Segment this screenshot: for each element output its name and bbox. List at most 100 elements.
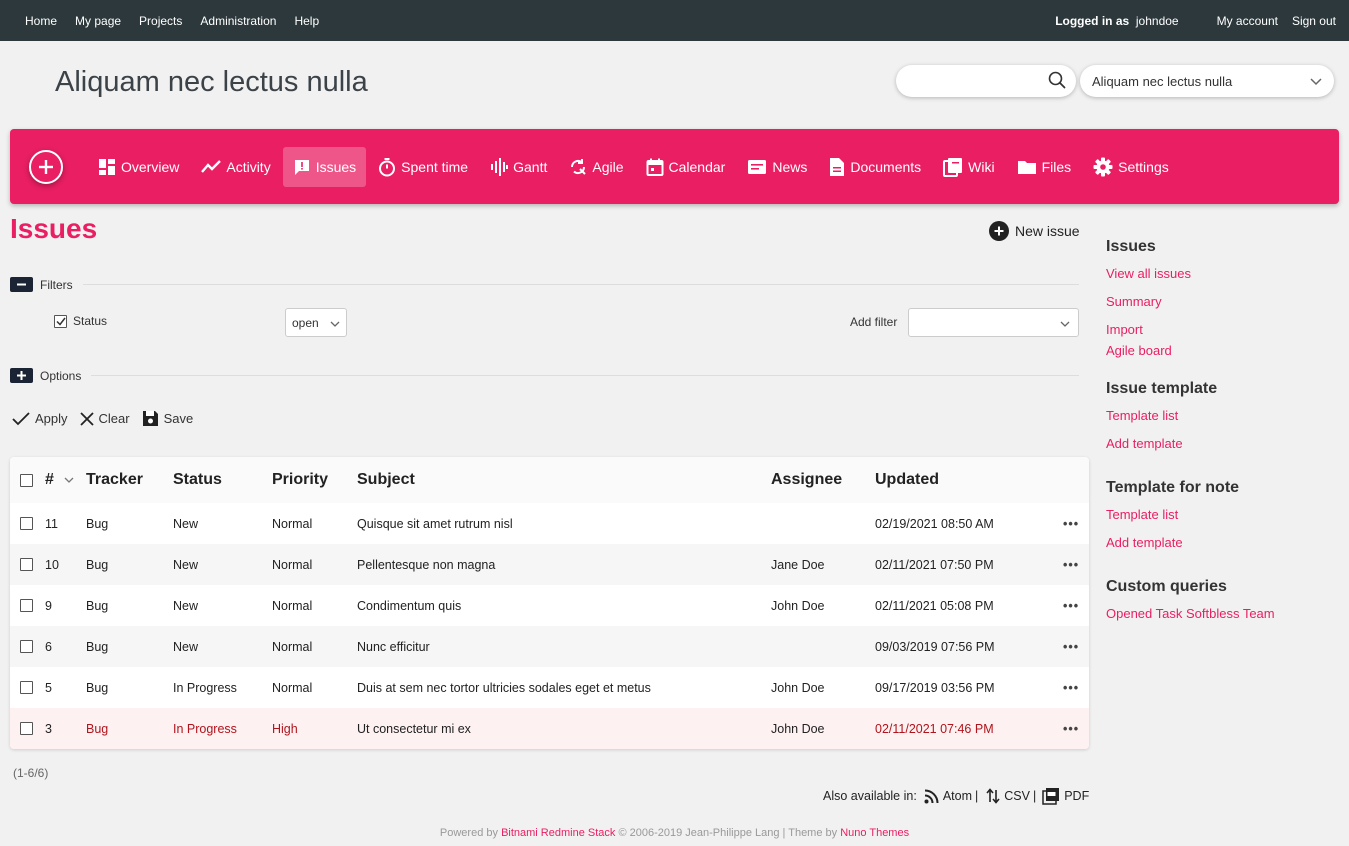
top-nav-administration[interactable]: Administration	[200, 14, 276, 28]
top-nav-home[interactable]: Home	[25, 14, 57, 28]
issue-subject[interactable]: Quisque sit amet rutrum nisl	[357, 503, 513, 544]
my-account-link[interactable]: My account	[1217, 14, 1278, 28]
table-row[interactable]: 10 Bug New Normal Pellentesque non magna…	[10, 544, 1089, 585]
issue-subject[interactable]: Duis at sem nec tortor ultricies sodales…	[357, 667, 651, 708]
row-checkbox[interactable]	[20, 503, 33, 544]
column-header-updated[interactable]: Updated	[875, 457, 939, 503]
sidebar-template-list[interactable]: Template list	[1106, 408, 1178, 423]
column-header-priority[interactable]: Priority	[272, 457, 328, 503]
sign-out-link[interactable]: Sign out	[1292, 14, 1336, 28]
status-filter-checkbox[interactable]	[54, 314, 67, 328]
sidebar-view-all-issues[interactable]: View all issues	[1106, 266, 1191, 281]
issue-assignee[interactable]: John Doe	[771, 585, 825, 626]
tab-documents[interactable]: Documents	[819, 147, 931, 187]
table-row[interactable]: 3 Bug In Progress High Ut consectetur mi…	[10, 708, 1089, 749]
row-actions-menu[interactable]: •••	[1063, 544, 1079, 585]
issue-subject[interactable]: Nunc efficitur	[357, 626, 430, 667]
tab-activity[interactable]: Activity	[191, 147, 280, 187]
issue-subject[interactable]: Pellentesque non magna	[357, 544, 495, 585]
save-button[interactable]: Save	[142, 410, 193, 427]
row-checkbox[interactable]	[20, 667, 33, 708]
issue-subject[interactable]: Ut consectetur mi ex	[357, 708, 471, 749]
tab-overview[interactable]: Overview	[88, 147, 189, 187]
tab-issues[interactable]: Issues	[282, 146, 367, 187]
sidebar-query-item[interactable]: Opened Task Softbless Team	[1106, 606, 1275, 621]
issue-assignee[interactable]: John Doe	[771, 708, 825, 749]
column-header-tracker[interactable]: Tracker	[86, 457, 143, 503]
issue-assignee[interactable]: Jane Doe	[771, 544, 825, 585]
top-nav-help[interactable]: Help	[294, 14, 319, 28]
issue-id[interactable]: 11	[45, 503, 58, 544]
issue-subject[interactable]: Condimentum quis	[357, 585, 461, 626]
row-actions-menu[interactable]: •••	[1063, 585, 1079, 626]
column-header-assignee[interactable]: Assignee	[771, 457, 842, 503]
select-all-checkbox[interactable]	[20, 457, 33, 503]
add-filter-select[interactable]	[908, 308, 1079, 337]
csv-link[interactable]: CSV	[986, 788, 1030, 804]
tab-agile[interactable]: Agile	[559, 147, 633, 187]
apply-button[interactable]: Apply	[12, 411, 68, 426]
tab-news[interactable]: News	[737, 147, 817, 187]
new-issue-button[interactable]: New issue	[989, 221, 1080, 241]
row-checkbox[interactable]	[20, 708, 33, 749]
column-header-subject[interactable]: Subject	[357, 457, 415, 503]
table-header-row: # Tracker Status Priority Subject Assign…	[10, 457, 1089, 503]
column-header-id[interactable]: #	[45, 457, 74, 503]
logged-in-user[interactable]: johndoe	[1136, 14, 1179, 28]
options-label[interactable]: Options	[40, 369, 81, 383]
atom-link[interactable]: Atom	[924, 789, 972, 804]
column-header-status[interactable]: Status	[173, 457, 222, 503]
row-actions-menu[interactable]: •••	[1063, 503, 1079, 544]
status-operator-select[interactable]: open	[285, 308, 347, 337]
search-icon[interactable]	[1048, 71, 1066, 92]
sidebar-add-template[interactable]: Add template	[1106, 436, 1183, 451]
issue-assignee[interactable]: John Doe	[771, 667, 825, 708]
sidebar-summary[interactable]: Summary	[1106, 294, 1162, 309]
row-actions-menu[interactable]: •••	[1063, 708, 1079, 749]
table-row[interactable]: 6 Bug New Normal Nunc efficitur 09/03/20…	[10, 626, 1089, 667]
row-checkbox[interactable]	[20, 544, 33, 585]
table-row[interactable]: 11 Bug New Normal Quisque sit amet rutru…	[10, 503, 1089, 544]
sidebar-note-template-list[interactable]: Template list	[1106, 507, 1178, 522]
chevron-down-icon	[1310, 74, 1322, 89]
plus-circle-icon	[989, 221, 1009, 241]
issue-id[interactable]: 6	[45, 626, 52, 667]
row-actions-menu[interactable]: •••	[1063, 667, 1079, 708]
issue-updated: 09/03/2019 07:56 PM	[875, 639, 995, 654]
sort-arrows-icon	[986, 788, 1000, 804]
footer-theme-link[interactable]: Nuno Themes	[840, 827, 909, 839]
issue-id[interactable]: 10	[45, 544, 59, 585]
clear-button[interactable]: Clear	[79, 411, 130, 426]
sidebar-import[interactable]: Import	[1106, 322, 1143, 337]
top-nav-projects[interactable]: Projects	[139, 14, 182, 28]
footer-stack-link[interactable]: Bitnami Redmine Stack	[501, 827, 615, 839]
row-checkbox[interactable]	[20, 585, 33, 626]
tab-spent-time[interactable]: Spent time	[368, 147, 478, 187]
tab-files[interactable]: Files	[1007, 147, 1082, 187]
tab-settings[interactable]: Settings	[1083, 147, 1179, 187]
table-row[interactable]: 9 Bug New Normal Condimentum quis John D…	[10, 585, 1089, 626]
tab-calendar[interactable]: Calendar	[636, 147, 736, 187]
other-formats-label: Also available in:	[823, 789, 917, 803]
issue-id[interactable]: 9	[45, 585, 52, 626]
checkmark-icon	[55, 317, 66, 326]
pdf-link[interactable]: PDF	[1042, 787, 1089, 805]
tab-wiki[interactable]: Wiki	[933, 147, 1004, 187]
issue-id[interactable]: 3	[45, 708, 52, 749]
table-row[interactable]: 5 Bug In Progress Normal Duis at sem nec…	[10, 667, 1089, 708]
issue-id[interactable]: 5	[45, 667, 52, 708]
sidebar-agile-board[interactable]: Agile board	[1106, 343, 1172, 358]
new-object-button[interactable]	[29, 149, 63, 184]
search-input[interactable]	[904, 69, 1044, 93]
row-checkbox[interactable]	[20, 626, 33, 667]
expand-options-toggle[interactable]	[10, 368, 33, 383]
tab-gantt[interactable]: Gantt	[480, 147, 557, 187]
filters-label[interactable]: Filters	[40, 278, 73, 292]
tab-settings-label: Settings	[1118, 158, 1169, 175]
row-actions-menu[interactable]: •••	[1063, 626, 1079, 667]
issues-heading: Issues	[10, 213, 98, 244]
sidebar-note-add-template[interactable]: Add template	[1106, 535, 1183, 550]
collapse-filters-toggle[interactable]	[10, 277, 33, 292]
top-nav-my-page[interactable]: My page	[75, 14, 121, 28]
project-jump-select[interactable]: Aliquam nec lectus nulla	[1080, 65, 1334, 97]
